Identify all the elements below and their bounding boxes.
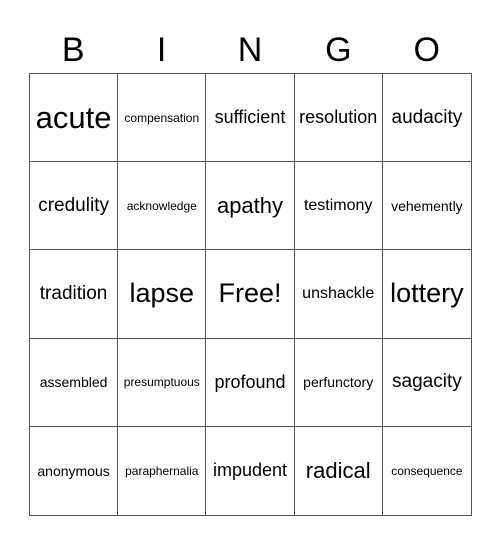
bingo-cell[interactable]: unshackle — [294, 250, 383, 339]
bingo-cell[interactable]: assembled — [30, 338, 119, 427]
header-letter-g: G — [325, 31, 352, 69]
bingo-cell[interactable]: vehemently — [382, 162, 471, 251]
bingo-cell[interactable]: paraphernalia — [118, 426, 207, 515]
bingo-cell[interactable]: compensation — [118, 74, 207, 163]
bingo-cell[interactable]: acute — [30, 74, 119, 163]
bingo-cell[interactable]: impudent — [206, 426, 295, 515]
bingo-cell[interactable]: anonymous — [30, 426, 119, 515]
bingo-header: B I N G O — [29, 28, 471, 73]
bingo-cell[interactable]: perfunctory — [294, 338, 383, 427]
bingo-cell[interactable]: presumptuous — [118, 338, 207, 427]
bingo-cell[interactable]: acknowledge — [118, 162, 207, 251]
bingo-cell[interactable]: tradition — [30, 250, 119, 339]
header-letter-b: B — [61, 31, 85, 69]
bingo-grid: acute compensation sufficient resolution… — [29, 73, 472, 516]
bingo-cell[interactable]: lapse — [118, 250, 207, 339]
bingo-cell[interactable]: consequence — [383, 427, 471, 515]
header-letter-o: O — [413, 31, 440, 69]
bingo-cell[interactable]: profound — [206, 338, 295, 427]
bingo-cell[interactable]: radical — [295, 426, 383, 515]
bingo-cell[interactable]: apathy — [206, 162, 295, 251]
bingo-cell[interactable]: credulity — [30, 162, 119, 251]
free-space-cell[interactable]: Free! — [206, 250, 295, 339]
header-letter-i: I — [156, 31, 167, 69]
bingo-cell[interactable]: sufficient — [206, 74, 295, 163]
bingo-cell[interactable]: audacity — [382, 74, 471, 163]
bingo-cell[interactable]: testimony — [294, 162, 383, 251]
bingo-cell[interactable]: sagacity — [382, 339, 471, 427]
bingo-cell[interactable]: lottery — [382, 250, 471, 339]
bingo-cell[interactable]: resolution — [294, 74, 383, 163]
header-letter-n: N — [237, 31, 263, 69]
